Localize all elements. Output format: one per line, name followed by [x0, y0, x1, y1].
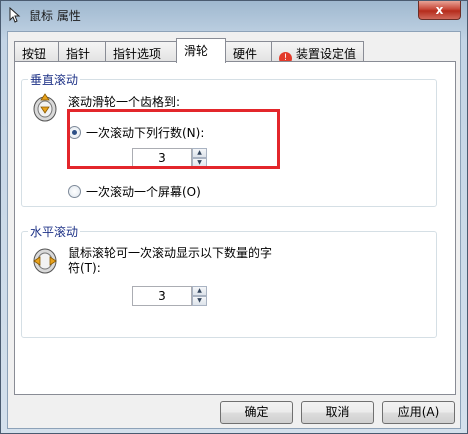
arrow-up-icon: ▲: [197, 149, 202, 156]
mouse-wheel-vertical-icon: [33, 93, 57, 122]
arrow-down-icon: ▼: [197, 297, 202, 304]
arrow-up-icon: ▲: [197, 287, 202, 294]
vertical-scroll-title: 垂直滚动: [28, 71, 81, 88]
vertical-scroll-group: 垂直滚动 滚动滑轮一个齿格到: 一次滚动下列行数(N): 3 ▲ ▼ 一次滚动一…: [21, 71, 437, 207]
dialog-body: 按钮 指针 指针选项 滑轮 硬件 ! 装置设定值 垂直滚动 滚动滑轮一个齿格到: …: [7, 31, 461, 429]
vertical-scroll-description: 滚动滑轮一个齿格到:: [68, 95, 181, 109]
scroll-screen-radio[interactable]: [68, 185, 81, 198]
scroll-screen-label: 一次滚动一个屏幕(O): [86, 185, 201, 199]
horizontal-scroll-group: 水平滚动 鼠标滚轮可一次滚动显示以下数量的字 符(T): 3 ▲ ▼: [21, 223, 437, 338]
tab-wheel[interactable]: 滑轮: [176, 38, 226, 63]
tab-pointer-options[interactable]: 指针选项: [105, 41, 179, 62]
tab-label: 指针: [66, 47, 91, 61]
apply-button[interactable]: 应用(A): [382, 401, 455, 424]
scroll-lines-radio[interactable]: [68, 126, 81, 139]
tab-label: 指针选项: [113, 47, 162, 61]
close-icon: x: [435, 3, 444, 17]
mouse-properties-window: 鼠标 属性 x 按钮 指针 指针选项 滑轮 硬件 ! 装置设定值 垂直滚动 滚动滑…: [0, 0, 468, 434]
chars-input[interactable]: 3: [132, 286, 192, 306]
tab-label: 滑轮: [184, 44, 209, 58]
horizontal-scroll-title: 水平滚动: [28, 223, 81, 240]
cancel-button[interactable]: 取消: [301, 401, 374, 424]
horizontal-scroll-description-line2: 符(T):: [68, 261, 101, 275]
arrow-down-icon: ▼: [197, 159, 202, 166]
window-title: 鼠标 属性: [29, 9, 81, 23]
tab-label: 按钮: [22, 47, 47, 61]
close-button[interactable]: x: [418, 1, 461, 20]
lines-input[interactable]: 3: [132, 148, 192, 168]
spin-down-button[interactable]: ▼: [192, 158, 207, 168]
tab-buttons[interactable]: 按钮: [14, 41, 59, 62]
spin-down-button[interactable]: ▼: [192, 296, 207, 306]
mouse-wheel-horizontal-icon: [33, 248, 57, 274]
title-bar[interactable]: 鼠标 属性 x: [1, 1, 467, 31]
tab-pointers[interactable]: 指针: [58, 41, 106, 62]
tab-device-settings[interactable]: ! 装置设定值: [271, 41, 364, 65]
spin-up-button[interactable]: ▲: [192, 148, 207, 158]
tab-label: 硬件: [233, 47, 258, 61]
tab-hardware[interactable]: 硬件: [225, 41, 272, 62]
ok-button[interactable]: 确定: [220, 401, 293, 424]
spin-up-button[interactable]: ▲: [192, 286, 207, 296]
tab-label: 装置设定值: [296, 47, 357, 61]
mouse-pointer-icon: [9, 7, 21, 23]
wheel-tab-panel: 垂直滚动 滚动滑轮一个齿格到: 一次滚动下列行数(N): 3 ▲ ▼ 一次滚动一…: [14, 61, 456, 395]
scroll-lines-label: 一次滚动下列行数(N):: [86, 126, 205, 140]
